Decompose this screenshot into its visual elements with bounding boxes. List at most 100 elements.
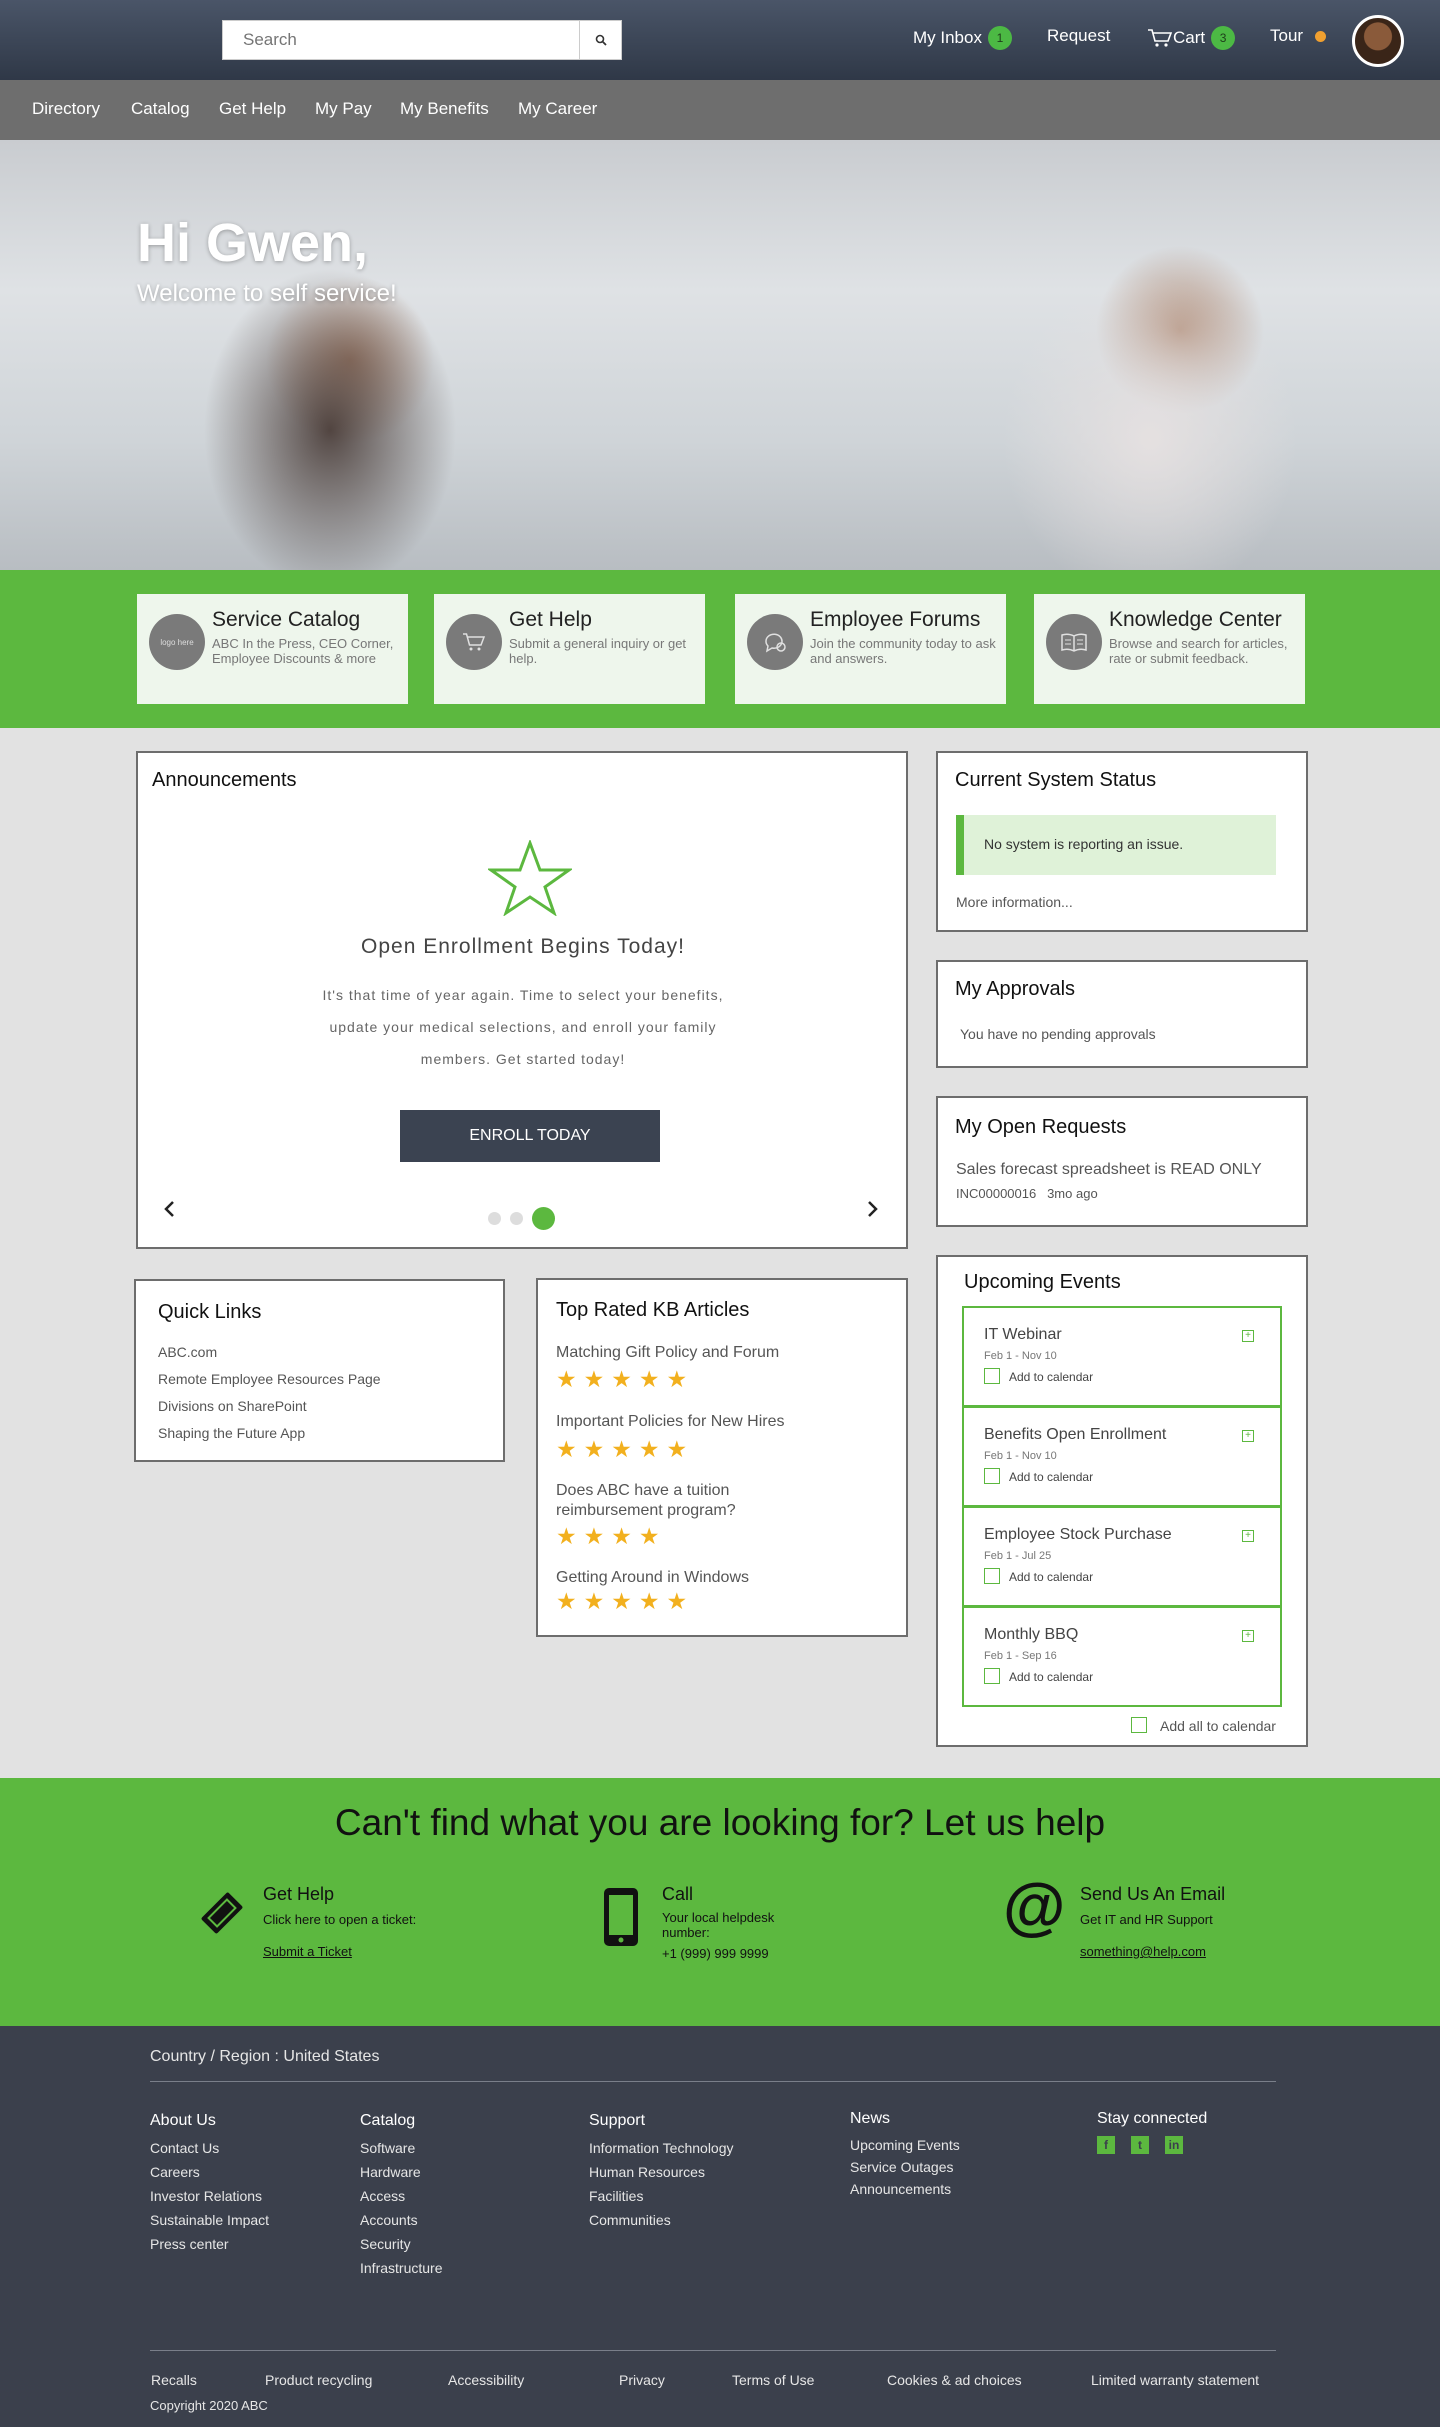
submit-ticket-link[interactable]: Submit a Ticket (263, 1944, 352, 1959)
footer-link[interactable]: Hardware (360, 2160, 442, 2184)
kb-article-link[interactable]: Does ABC have a tuition reimbursement pr… (556, 1481, 776, 1521)
quick-link[interactable]: Shaping the Future App (158, 1425, 305, 1441)
tile-employee-forums[interactable]: Employee Forums Join the community today… (735, 594, 1006, 704)
footer-bottom-link[interactable]: Product recycling (265, 2372, 372, 2388)
quick-links-card: Quick Links ABC.com Remote Employee Reso… (134, 1279, 505, 1462)
call-title: Call (662, 1884, 694, 1904)
event-item[interactable]: IT Webinar Feb 1 - Nov 10 Add to calenda… (962, 1306, 1282, 1407)
footer-link[interactable]: Upcoming Events (850, 2134, 960, 2156)
copyright: Copyright 2020 ABC (150, 2398, 268, 2413)
kb-article-link[interactable]: Matching Gift Policy and Forum (556, 1343, 779, 1363)
quick-link[interactable]: Remote Employee Resources Page (158, 1371, 381, 1387)
request-link[interactable]: Request (1047, 26, 1110, 46)
linkedin-icon[interactable]: in (1165, 2136, 1183, 2154)
star-outline-icon (488, 840, 572, 916)
kb-article-link[interactable]: Important Policies for New Hires (556, 1412, 785, 1432)
footer-link[interactable]: Accounts (360, 2208, 442, 2232)
email-link[interactable]: something@help.com (1080, 1944, 1206, 1959)
footer-stay-connected: Stay connected f t in (1097, 2110, 1207, 2154)
enroll-today-button[interactable]: ENROLL TODAY (400, 1110, 660, 1162)
event-item[interactable]: Benefits Open Enrollment Feb 1 - Nov 10 … (962, 1406, 1282, 1507)
footer-bottom-link[interactable]: Terms of Use (732, 2372, 814, 2388)
calendar-add-icon[interactable] (984, 1668, 1000, 1684)
add-to-calendar-link[interactable]: Add to calendar (1009, 1570, 1093, 1584)
twitter-icon[interactable]: t (1131, 2136, 1149, 2154)
footer-link[interactable]: Announcements (850, 2178, 960, 2200)
expand-plus-icon[interactable]: + (1242, 1630, 1254, 1642)
add-all-to-calendar-link[interactable]: Add all to calendar (1160, 1718, 1276, 1734)
carousel-dot-3-active[interactable] (532, 1207, 555, 1230)
top-bar: My Inbox 1 Request Cart 3 Tour (0, 0, 1440, 80)
footer-link[interactable]: Careers (150, 2160, 269, 2184)
footer-bottom-link[interactable]: Recalls (151, 2372, 197, 2388)
footer-link[interactable]: Communities (589, 2208, 734, 2232)
chat-icon (747, 614, 803, 670)
footer-bottom-link[interactable]: Accessibility (448, 2372, 524, 2388)
add-to-calendar-link[interactable]: Add to calendar (1009, 1470, 1093, 1484)
calendar-add-icon[interactable] (984, 1368, 1000, 1384)
footer-link[interactable]: Software (360, 2136, 442, 2160)
help-title: Can't find what you are looking for? Let… (334, 1802, 1106, 1843)
tile-description: Browse and search for articles, rate or … (1109, 636, 1288, 666)
calendar-add-icon[interactable] (984, 1568, 1000, 1584)
nav-directory[interactable]: Directory (32, 99, 100, 119)
calendar-add-all-icon[interactable] (1131, 1717, 1147, 1733)
expand-plus-icon[interactable]: + (1242, 1430, 1254, 1442)
nav-catalog[interactable]: Catalog (131, 99, 190, 119)
footer-link[interactable]: Investor Relations (150, 2184, 269, 2208)
footer-bottom-link[interactable]: Limited warranty statement (1091, 2372, 1259, 2388)
footer-link[interactable]: Security (360, 2232, 442, 2256)
footer-link[interactable]: Sustainable Impact (150, 2208, 269, 2232)
inbox-link[interactable]: My Inbox 1 (913, 26, 1012, 50)
inbox-label: My Inbox (913, 28, 982, 47)
quick-link[interactable]: Divisions on SharePoint (158, 1398, 307, 1414)
request-age: 3mo ago (1047, 1186, 1098, 1201)
announcement-body: It's that time of year again. Time to se… (322, 987, 724, 1067)
carousel-dot-2[interactable] (510, 1212, 523, 1225)
footer-link[interactable]: Information Technology (589, 2136, 734, 2160)
footer-bottom-link[interactable]: Cookies & ad choices (887, 2372, 1022, 2388)
nav-my-benefits[interactable]: My Benefits (400, 99, 489, 119)
quick-link[interactable]: ABC.com (158, 1344, 217, 1360)
footer-link[interactable]: Service Outages (850, 2156, 960, 2178)
expand-plus-icon[interactable]: + (1242, 1330, 1254, 1342)
tile-description: Join the community today to ask and answ… (810, 636, 996, 666)
tile-knowledge-center[interactable]: Knowledge Center Browse and search for a… (1034, 594, 1305, 704)
calendar-add-icon[interactable] (984, 1468, 1000, 1484)
more-information-link[interactable]: More information... (956, 894, 1073, 910)
country-region-selector[interactable]: Country / Region : United States (150, 2048, 379, 2066)
chevron-left-icon[interactable] (160, 1199, 180, 1219)
add-to-calendar-link[interactable]: Add to calendar (1009, 1370, 1093, 1384)
event-item[interactable]: Employee Stock Purchase Feb 1 - Jul 25 A… (962, 1506, 1282, 1607)
tile-get-help[interactable]: Get Help Submit a general inquiry or get… (434, 594, 705, 704)
footer-bottom-link[interactable]: Privacy (619, 2372, 665, 2388)
chevron-right-icon[interactable] (862, 1199, 882, 1219)
call-number[interactable]: +1 (999) 999 9999 (662, 1946, 769, 1961)
footer-link[interactable]: Contact Us (150, 2136, 269, 2160)
tile-service-catalog[interactable]: logo here Service Catalog ABC In the Pre… (137, 594, 408, 704)
facebook-icon[interactable]: f (1097, 2136, 1115, 2154)
footer-link[interactable]: Infrastructure (360, 2256, 442, 2280)
user-avatar[interactable] (1352, 15, 1404, 67)
footer-link[interactable]: Access (360, 2184, 442, 2208)
add-to-calendar-link[interactable]: Add to calendar (1009, 1670, 1093, 1684)
footer-link[interactable]: Press center (150, 2232, 269, 2256)
footer-link[interactable]: Facilities (589, 2184, 734, 2208)
cart-link[interactable]: Cart 3 (1147, 26, 1236, 50)
kb-article-link[interactable]: Getting Around in Windows (556, 1568, 749, 1588)
event-dates: Feb 1 - Nov 10 (984, 1350, 1057, 1362)
cart-icon (446, 614, 502, 670)
search-input[interactable] (223, 21, 578, 59)
footer-link[interactable]: Human Resources (589, 2160, 734, 2184)
request-item-link[interactable]: Sales forecast spreadsheet is READ ONLY (956, 1161, 1262, 1179)
tour-link[interactable]: Tour (1270, 26, 1327, 46)
nav-get-help[interactable]: Get Help (219, 99, 286, 119)
search-button[interactable] (579, 21, 621, 59)
email-title: Send Us An Email (1080, 1884, 1226, 1904)
nav-my-pay[interactable]: My Pay (315, 99, 372, 119)
carousel-dot-1[interactable] (488, 1212, 501, 1225)
nav-my-career[interactable]: My Career (518, 99, 597, 119)
expand-plus-icon[interactable]: + (1242, 1530, 1254, 1542)
kb-articles-card: Top Rated KB Articles Matching Gift Poli… (536, 1278, 908, 1637)
event-item[interactable]: Monthly BBQ Feb 1 - Sep 16 Add to calend… (962, 1606, 1282, 1707)
